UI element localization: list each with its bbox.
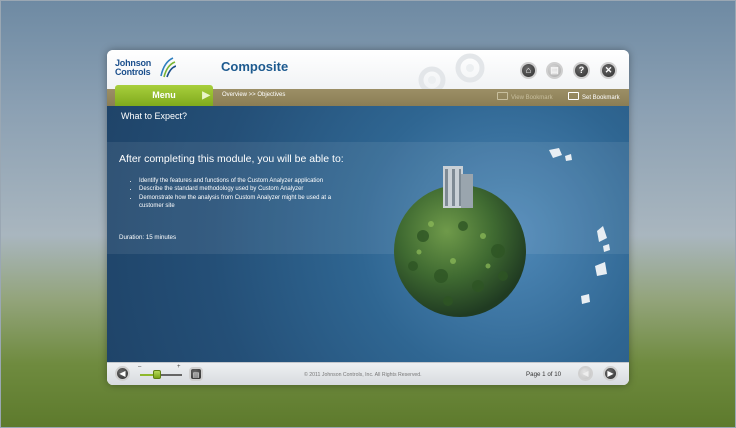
- captions-button[interactable]: ▤: [189, 367, 203, 381]
- volume-minus-label: –: [138, 364, 142, 370]
- course-player-window: Johnson Controls Composite ⌂ ▤? ✕ Menu ▶ O…: [107, 50, 629, 385]
- document-icon: ▤: [550, 65, 559, 75]
- objective-item: Describe the standard methodology used b…: [139, 185, 354, 193]
- view-bookmark-label: View Bookmark: [511, 95, 553, 101]
- book-icon: [497, 92, 508, 100]
- document-button[interactable]: ▤: [546, 62, 563, 79]
- content-area: What to Expect? After completing this mo…: [107, 106, 629, 362]
- objective-item: Identify the features and functions of t…: [139, 177, 354, 185]
- menu-button[interactable]: Menu ▶: [115, 85, 213, 106]
- section-title: What to Expect?: [121, 111, 188, 121]
- johnson-controls-logo: Johnson Controls: [115, 56, 176, 84]
- previous-button[interactable]: ◀: [115, 366, 130, 381]
- arrow-left-icon: ◀: [582, 369, 589, 378]
- home-icon: ⌂: [525, 65, 532, 75]
- transcript-icon: ▤: [192, 372, 200, 379]
- volume-slider[interactable]: [140, 374, 182, 376]
- home-button[interactable]: ⌂: [520, 62, 537, 79]
- help-button[interactable]: ?: [573, 62, 590, 79]
- footer-bar: ◀ – + ▤ © 2011 Johnson Controls, Inc. Al…: [107, 362, 629, 385]
- chevron-right-icon: ▶: [202, 90, 210, 101]
- globe-with-building-image: [394, 166, 526, 317]
- objective-item: Demonstrate how the analysis from Custom…: [139, 194, 354, 211]
- book-icon: [568, 92, 579, 100]
- back-button[interactable]: ◀: [578, 366, 593, 381]
- page-indicator: Page 1 of 10: [526, 371, 562, 378]
- logo-swirl-icon: [160, 57, 176, 78]
- close-button[interactable]: ✕: [600, 62, 617, 79]
- set-bookmark-button[interactable]: Set Bookmark: [568, 92, 620, 101]
- gears-decoration: [418, 53, 485, 89]
- set-bookmark-label: Set Bookmark: [582, 95, 620, 101]
- help-icon: ?: [578, 65, 585, 75]
- view-bookmark-button[interactable]: View Bookmark: [497, 92, 553, 101]
- arrow-right-icon: ▶: [607, 369, 614, 378]
- header-bar: Johnson Controls Composite ⌂ ▤? ✕: [107, 50, 629, 89]
- breadcrumb: Overview >> Objectives: [222, 92, 286, 98]
- objectives-lead: After completing this module, you will b…: [119, 153, 344, 165]
- menu-label: Menu: [152, 90, 176, 100]
- arrow-left-icon: ◀: [119, 369, 126, 378]
- copyright-text: © 2011 Johnson Controls, Inc. All Rights…: [304, 372, 422, 378]
- duration-text: Duration: 15 minutes: [119, 234, 177, 241]
- volume-slider-handle[interactable]: [153, 370, 161, 379]
- course-title: Composite: [221, 59, 289, 74]
- volume-plus-label: +: [177, 364, 181, 370]
- logo-text: Johnson Controls: [115, 58, 152, 77]
- floating-debris-decoration: [549, 148, 610, 304]
- next-button[interactable]: ▶: [603, 366, 618, 381]
- close-icon: ✕: [604, 65, 613, 75]
- objectives-list: Identify the features and functions of t…: [127, 177, 354, 211]
